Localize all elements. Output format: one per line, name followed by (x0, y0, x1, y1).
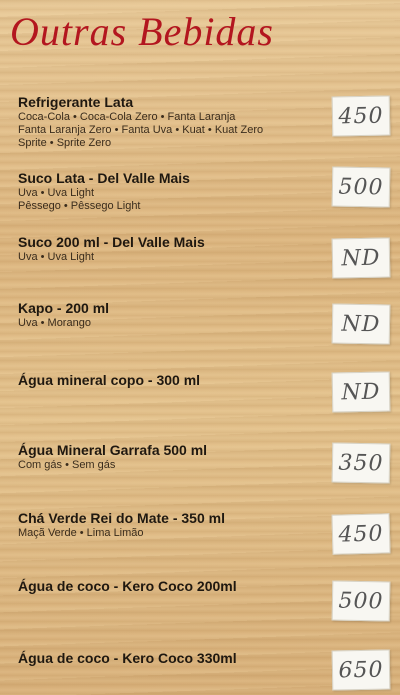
item-name: Água de coco - Kero Coco 200ml (18, 578, 237, 594)
price-card: ND (331, 303, 391, 345)
item-name: Água Mineral Garrafa 500 ml (18, 442, 208, 458)
item-description-line: Uva • Uva Light (18, 251, 94, 263)
item-description-line: Sprite • Sprite Zero (18, 137, 112, 149)
menu-item-cha-verde: Chá Verde Rei do Mate - 350 ml Maçã Verd… (18, 510, 328, 540)
price-card: 350 (331, 442, 391, 484)
item-name: Suco 200 ml - Del Valle Mais (18, 234, 205, 250)
menu-item-agua-garrafa: Água Mineral Garrafa 500 ml Com gás • Se… (18, 442, 328, 472)
price-card: 500 (331, 580, 391, 622)
menu-title: Outras Bebidas (10, 9, 274, 54)
item-name: Refrigerante Lata (18, 94, 134, 110)
item-description-line: Pêssego • Pêssego Light (18, 200, 141, 212)
item-description-line: Uva • Morango (18, 317, 91, 329)
item-name: Água mineral copo - 300 ml (18, 372, 201, 388)
menu-item-suco-200ml: Suco 200 ml - Del Valle Mais Uva • Uva L… (18, 234, 328, 264)
menu-item-kero-coco-200: Água de coco - Kero Coco 200ml (18, 578, 328, 595)
item-name: Chá Verde Rei do Mate - 350 ml (18, 510, 225, 526)
menu-item-refrigerante-lata: Refrigerante Lata Coca-Cola • Coca-Cola … (18, 94, 328, 150)
price-card: 500 (331, 166, 391, 208)
menu-item-kapo: Kapo - 200 ml Uva • Morango (18, 300, 328, 330)
item-name: Suco Lata - Del Valle Mais (18, 170, 190, 186)
item-description-line: Com gás • Sem gás (18, 459, 116, 471)
price-card: ND (331, 237, 391, 279)
item-description-line: Uva • Uva Light (18, 187, 94, 199)
price-card: 450 (331, 513, 391, 555)
price-card: ND (331, 371, 391, 413)
item-name: Kapo - 200 ml (18, 300, 110, 316)
item-description-line: Maçã Verde • Lima Limão (18, 527, 144, 539)
item-description-line: Coca-Cola • Coca-Cola Zero • Fanta Laran… (18, 111, 236, 123)
menu-item-kero-coco-330: Água de coco - Kero Coco 330ml (18, 650, 328, 667)
menu-item-suco-lata: Suco Lata - Del Valle Mais Uva • Uva Lig… (18, 170, 328, 213)
price-card: 450 (331, 95, 391, 137)
menu-item-agua-copo: Água mineral copo - 300 ml (18, 372, 328, 389)
item-name: Água de coco - Kero Coco 330ml (18, 650, 237, 666)
price-card: 650 (331, 649, 391, 691)
item-description-line: Fanta Laranja Zero • Fanta Uva • Kuat • … (18, 124, 264, 136)
